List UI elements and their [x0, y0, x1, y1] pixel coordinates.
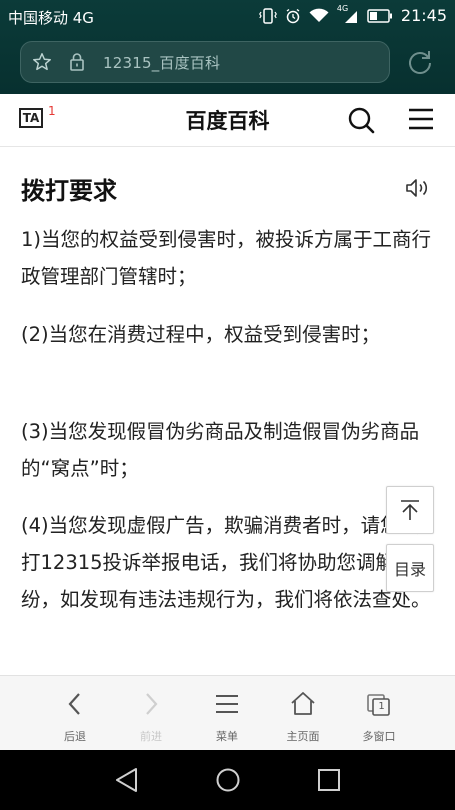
- toolbar-back-label: 后退: [64, 730, 86, 743]
- windows-icon: 1: [366, 690, 392, 718]
- wifi-icon: [309, 8, 329, 22]
- toolbar-home[interactable]: 主页面: [265, 676, 341, 751]
- nav-back-icon[interactable]: [114, 766, 140, 794]
- system-nav-bar: [0, 750, 455, 810]
- site-header: TA 1 百度百科: [0, 94, 455, 147]
- paragraph-1: 1)当您的权益受到侵害时，被投诉方属于工商行政管理部门管辖时；: [21, 228, 432, 288]
- paragraph-3: (3)当您发现假冒伪劣商品及制造假冒伪劣商品的“窝点”时；: [21, 420, 420, 480]
- article-content: 拨打要求 1)当您的权益受到侵害时，被投诉方属于工商行政管理部门管辖时； (2)…: [0, 147, 455, 675]
- arrow-up-icon: [401, 500, 419, 520]
- section-title: 拨打要求: [21, 177, 117, 205]
- site-title[interactable]: 百度百科: [0, 105, 455, 135]
- hamburger-menu-icon[interactable]: [408, 108, 434, 130]
- lock-icon: [70, 53, 84, 71]
- reload-icon[interactable]: [406, 48, 434, 76]
- url-text[interactable]: 12315_百度百科: [103, 52, 220, 73]
- speaker-icon[interactable]: [405, 177, 431, 199]
- toolbar-menu-label: 菜单: [216, 730, 238, 743]
- paragraph-4: (4)当您发现虚假广告，欺骗消费者时，请您拨打12315投诉举报电话，我们将协助…: [21, 514, 431, 611]
- address-bar[interactable]: 12315_百度百科: [20, 41, 390, 83]
- browser-toolbar: 后退 前进 菜单 主页面 1 多窗口: [0, 675, 455, 751]
- status-bar: 中国移动 4G 4G 21:45: [0, 0, 455, 34]
- menu-lines-icon: [216, 695, 238, 713]
- nav-home-icon[interactable]: [214, 766, 242, 794]
- toolbar-menu[interactable]: 菜单: [189, 676, 265, 751]
- toolbar-windows-label: 多窗口: [362, 730, 396, 743]
- vibrate-icon: [258, 7, 277, 24]
- toolbar-forward[interactable]: 前进: [113, 676, 189, 751]
- clock-time: 21:45: [400, 6, 447, 25]
- browser-top-area: 中国移动 4G 4G 21:45 12315_百度百科: [0, 0, 455, 94]
- alarm-icon: [286, 8, 300, 23]
- cellular-signal-icon: 4G: [337, 4, 359, 24]
- windows-count-badge: 1: [378, 701, 385, 712]
- bookmark-star-icon[interactable]: [31, 51, 53, 73]
- search-icon[interactable]: [347, 106, 375, 134]
- home-icon: [291, 692, 315, 715]
- toolbar-forward-label: 前进: [140, 730, 162, 743]
- nav-recents-icon[interactable]: [316, 766, 342, 794]
- back-arrow-icon: [68, 693, 80, 715]
- battery-icon: [367, 8, 392, 23]
- back-to-top-button[interactable]: [386, 486, 434, 534]
- carrier-label: 中国移动 4G: [8, 9, 94, 27]
- toc-button[interactable]: 目录: [386, 544, 434, 592]
- toolbar-back[interactable]: 后退: [37, 676, 113, 751]
- toolbar-home-label: 主页面: [286, 730, 320, 743]
- forward-arrow-icon: [146, 693, 158, 715]
- status-icons: 4G 21:45: [258, 4, 447, 25]
- toolbar-windows[interactable]: 1 多窗口: [341, 676, 417, 751]
- paragraph-2: (2)当您在消费过程中，权益受到侵害时；: [21, 323, 381, 346]
